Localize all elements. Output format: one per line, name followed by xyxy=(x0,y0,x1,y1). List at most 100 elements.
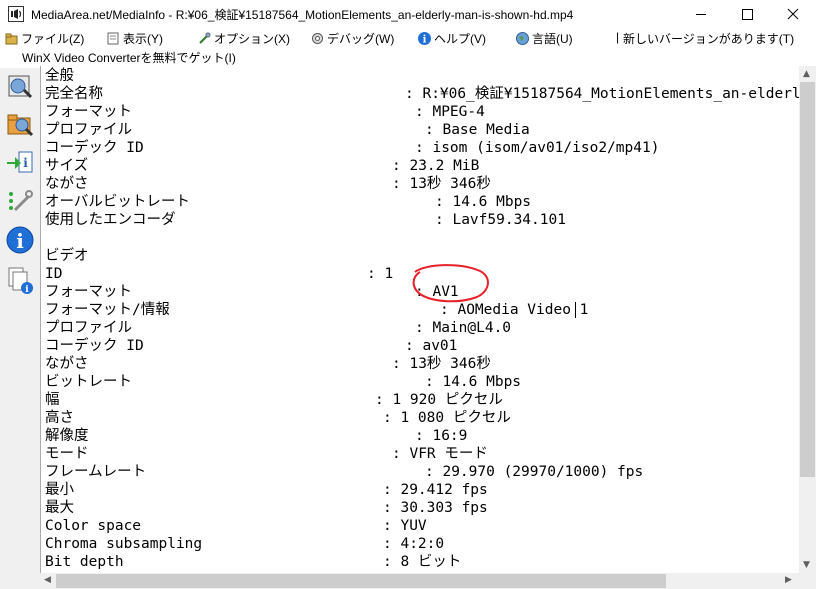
title-bar: MediaArea.net/MediaInfo - R:¥06_検証¥15187… xyxy=(0,0,816,29)
open-file-button[interactable] xyxy=(5,70,35,102)
general-field-value: : R:¥06_検証¥15187564_MotionElements_an-el… xyxy=(405,86,799,102)
scroll-left-icon[interactable]: ◀ xyxy=(44,575,51,585)
video-field-label: ながさ xyxy=(45,356,89,372)
general-field-value: : Lavf59.34.101 xyxy=(435,212,566,228)
video-field-value: : 4:2:0 xyxy=(383,536,445,552)
video-field-label: ビットレート xyxy=(45,374,132,390)
video-field-value: : 1 920 ピクセル xyxy=(375,392,503,408)
menu-winx[interactable]: WinX Video Converterを無料でゲット(I) xyxy=(22,49,236,66)
general-field-label: フォーマット xyxy=(45,104,132,120)
open-folder-button[interactable] xyxy=(5,108,35,140)
horizontal-scroll-thumb[interactable] xyxy=(56,574,666,588)
video-field-value: : 1 xyxy=(367,266,394,282)
open-file-icon xyxy=(8,75,33,99)
export-icon: i xyxy=(7,151,33,173)
video-field-value: : av01 xyxy=(405,338,458,354)
export-button[interactable]: i xyxy=(5,146,35,178)
view-menu-icon xyxy=(107,32,119,45)
menu-bar: ファイル(Z) 表示(Y) オプション(X) デバッグ(W) i ヘルプ(V) … xyxy=(0,29,816,47)
menu-view[interactable]: 表示(Y) xyxy=(106,30,163,47)
general-field-label: サイズ xyxy=(45,158,89,174)
content-left-border xyxy=(40,66,41,573)
side-toolbar: i i i xyxy=(0,68,40,589)
scroll-up-icon[interactable]: ▲ xyxy=(803,69,810,79)
video-field-label: 最小 xyxy=(45,482,74,498)
text-caret xyxy=(575,302,576,318)
info-text-area[interactable]: 全般完全名称 : R:¥06_検証¥15187564_MotionElements… xyxy=(40,66,799,573)
menu-debug[interactable]: デバッグ(W) xyxy=(310,30,394,47)
svg-text:i: i xyxy=(25,285,29,295)
debug-menu-icon xyxy=(312,33,323,44)
video-field-label: Chroma subsampling xyxy=(45,536,203,552)
about-icon: i xyxy=(6,226,34,254)
general-field-label: 完全名称 xyxy=(45,86,103,102)
video-field-label: ID xyxy=(45,266,63,282)
minimize-button[interactable] xyxy=(678,0,724,29)
globe-icon xyxy=(516,32,529,45)
menu-bar-row2: WinX Video Converterを無料でゲット(I) xyxy=(0,47,816,66)
maximize-button[interactable] xyxy=(724,0,770,29)
video-field-label: フレームレート xyxy=(45,464,147,480)
knowledge-base-button[interactable]: i xyxy=(5,264,35,296)
video-field-label: プロファイル xyxy=(45,320,132,336)
video-field-value: : 8 ビット xyxy=(383,554,462,570)
preferences-button[interactable] xyxy=(5,184,35,216)
knowledge-base-icon: i xyxy=(8,267,33,295)
video-field-label: 高さ xyxy=(45,410,74,426)
menu-options-label: オプション(X) xyxy=(214,32,290,46)
mediainfo-app-icon xyxy=(8,6,24,22)
general-field-value: : MPEG-4 xyxy=(415,104,485,120)
general-field-label: プロファイル xyxy=(45,122,132,138)
help-menu-icon: i xyxy=(418,32,431,46)
menu-file-label: ファイル(Z) xyxy=(21,32,85,46)
close-button[interactable] xyxy=(770,0,816,29)
menu-separator: | xyxy=(616,30,620,44)
vertical-scroll-thumb[interactable] xyxy=(800,82,815,477)
video-field-label: コーデック ID xyxy=(45,338,144,354)
open-folder-icon xyxy=(7,114,34,137)
general-field-value: : 14.6 Mbps xyxy=(435,194,532,210)
video-field-value: : YUV xyxy=(383,518,427,534)
video-field-label: モード xyxy=(45,446,89,462)
svg-text:i: i xyxy=(423,35,427,46)
horizontal-scrollbar[interactable]: ◀ ▶ xyxy=(40,573,799,589)
general-section-heading: 全般 xyxy=(45,68,74,84)
menu-options[interactable]: オプション(X) xyxy=(197,30,290,47)
video-field-value: : 14.6 Mbps xyxy=(425,374,522,390)
video-field-value: : 16:9 xyxy=(415,428,468,444)
menu-language-label: 言語(U) xyxy=(532,32,573,46)
general-field-value: : 23.2 MiB xyxy=(392,158,480,174)
video-field-label: 最大 xyxy=(45,500,74,516)
file-menu-icon xyxy=(5,33,18,45)
maximize-icon xyxy=(742,9,753,20)
video-field-label: Bit depth xyxy=(45,554,124,570)
video-field-label: フォーマット/情報 xyxy=(45,302,170,318)
general-field-value: : 13秒 346秒 xyxy=(392,176,491,192)
menu-help[interactable]: i ヘルプ(V) xyxy=(417,30,486,47)
video-field-value: : 29.970 (29970/1000) fps xyxy=(425,464,644,480)
general-field-value: : isom (isom/av01/iso2/mp41) xyxy=(415,140,660,156)
menu-new-version-label: 新しいバージョンがあります(T) xyxy=(623,32,795,46)
vertical-scrollbar[interactable]: ▲ ▼ xyxy=(799,66,816,573)
general-field-label: ながさ xyxy=(45,176,89,192)
video-field-label: 幅 xyxy=(45,392,60,408)
menu-new-version[interactable]: 新しいバージョンがあります(T) xyxy=(623,30,794,47)
video-field-value: : Main@L4.0 xyxy=(415,320,512,336)
general-field-label: オーバルビットレート xyxy=(45,194,190,210)
menu-help-label: ヘルプ(V) xyxy=(434,32,486,46)
menu-view-label: 表示(Y) xyxy=(123,32,163,46)
window-title: MediaArea.net/MediaInfo - R:¥06_検証¥15187… xyxy=(31,8,574,22)
general-field-value: : Base Media xyxy=(425,122,530,138)
video-field-value: : AOMedia Video 1 xyxy=(440,302,589,318)
video-field-label: フォーマット xyxy=(45,284,132,300)
svg-text:i: i xyxy=(16,229,24,253)
video-field-label: Color space xyxy=(45,518,142,534)
menu-language[interactable]: 言語(U) xyxy=(515,30,573,47)
close-icon xyxy=(787,8,799,20)
scroll-down-icon[interactable]: ▼ xyxy=(803,560,810,570)
scroll-right-icon[interactable]: ▶ xyxy=(785,575,792,585)
about-button[interactable]: i xyxy=(5,224,35,256)
menu-debug-label: デバッグ(W) xyxy=(327,32,395,46)
video-field-value: : AV1 xyxy=(415,284,459,300)
menu-file[interactable]: ファイル(Z) xyxy=(4,30,84,47)
